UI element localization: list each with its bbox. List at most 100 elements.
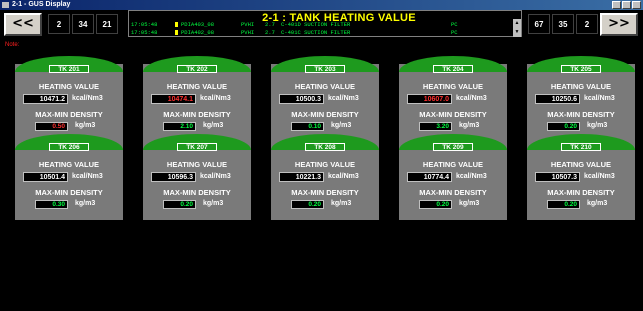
density-label: MAX-MIN DENSITY xyxy=(419,188,487,197)
heating-value-label: HEATING VALUE xyxy=(550,160,612,169)
density-value: 0.30 xyxy=(35,200,68,209)
heating-value-unit: kcal/Nm3 xyxy=(328,173,359,180)
density-unit: kg/m3 xyxy=(75,122,96,129)
tank-card[interactable]: TK 203 HEATING VALUE 10500.3 kcal/Nm3 MAX-MI… xyxy=(271,56,379,142)
heating-value-label: HEATING VALUE xyxy=(422,82,484,91)
heating-value-unit: kcal/Nm3 xyxy=(456,95,487,102)
nav-number[interactable]: 67 xyxy=(528,14,550,34)
heating-value: 10596.3 xyxy=(151,172,196,182)
heating-value: 10774.4 xyxy=(407,172,452,182)
nav-number[interactable]: 35 xyxy=(552,14,574,34)
density-unit: kg/m3 xyxy=(203,200,224,207)
density-label: MAX-MIN DENSITY xyxy=(35,110,103,119)
tank-name: TK 208 xyxy=(305,143,345,151)
density-value: 0.20 xyxy=(419,200,452,209)
scroll-up-icon[interactable]: ▲ xyxy=(513,19,521,28)
heating-value-unit: kcal/Nm3 xyxy=(328,95,359,102)
heating-value-unit: kcal/Nm3 xyxy=(72,95,103,102)
heating-value-unit: kcal/Nm3 xyxy=(584,95,615,102)
scroll-down-icon[interactable]: ▼ xyxy=(513,28,521,37)
density-value: 0.10 xyxy=(291,122,324,131)
tank-name: TK 203 xyxy=(305,65,345,73)
previous-page-button[interactable]: << xyxy=(4,13,42,36)
tank-card[interactable]: TK 202 HEATING VALUE 10474.1 kcal/Nm3 MAX-MI… xyxy=(143,56,251,142)
density-label: MAX-MIN DENSITY xyxy=(291,110,359,119)
density-label: MAX-MIN DENSITY xyxy=(35,188,103,197)
nav-number[interactable]: 34 xyxy=(72,14,94,34)
tank-card[interactable]: TK 210 HEATING VALUE 10507.3 kcal/Nm3 MAX-MI… xyxy=(527,134,635,220)
tank-card[interactable]: TK 204 HEATING VALUE 10607.0 kcal/Nm3 MAX-MI… xyxy=(399,56,507,142)
tank-card[interactable]: TK 205 HEATING VALUE 10250.6 kcal/Nm3 MAX-MI… xyxy=(527,56,635,142)
density-value: 0.20 xyxy=(291,200,324,209)
density-value: 3.20 xyxy=(419,122,452,131)
heating-value-unit: kcal/Nm3 xyxy=(200,173,231,180)
density-unit: kg/m3 xyxy=(459,200,480,207)
nav-number[interactable]: 2 xyxy=(576,14,598,34)
next-page-button[interactable]: >> xyxy=(600,13,638,36)
tank-card[interactable]: TK 201 HEATING VALUE 10471.2 kcal/Nm3 MAX-MI… xyxy=(15,56,123,142)
heating-value: 10507.3 xyxy=(535,172,580,182)
heating-value-label: HEATING VALUE xyxy=(422,160,484,169)
app-icon xyxy=(2,2,9,8)
acknowledge-marker xyxy=(175,30,178,35)
note-label: Note: xyxy=(5,42,20,48)
density-unit: kg/m3 xyxy=(203,122,224,129)
heating-value: 10250.6 xyxy=(535,94,580,104)
heating-value: 10474.1 xyxy=(151,94,196,104)
minimize-button[interactable] xyxy=(612,1,621,9)
tank-name: TK 202 xyxy=(177,65,217,73)
density-unit: kg/m3 xyxy=(331,122,352,129)
tank-card[interactable]: TK 209 HEATING VALUE 10774.4 kcal/Nm3 MAX-MI… xyxy=(399,134,507,220)
density-label: MAX-MIN DENSITY xyxy=(547,110,615,119)
density-unit: kg/m3 xyxy=(331,200,352,207)
acknowledge-marker xyxy=(175,22,178,27)
density-label: MAX-MIN DENSITY xyxy=(419,110,487,119)
heating-value-label: HEATING VALUE xyxy=(166,160,228,169)
density-value: 0.20 xyxy=(163,200,196,209)
tank-card[interactable]: TK 208 HEATING VALUE 10221.3 kcal/Nm3 MAX-MI… xyxy=(271,134,379,220)
tank-name: TK 206 xyxy=(49,143,89,151)
density-value: 0.20 xyxy=(547,200,580,209)
tank-name: TK 205 xyxy=(561,65,601,73)
density-label: MAX-MIN DENSITY xyxy=(547,188,615,197)
tank-card[interactable]: TK 207 HEATING VALUE 10596.3 kcal/Nm3 MAX-MI… xyxy=(143,134,251,220)
heating-value-unit: kcal/Nm3 xyxy=(584,173,615,180)
heating-value-label: HEATING VALUE xyxy=(38,160,100,169)
density-label: MAX-MIN DENSITY xyxy=(291,188,359,197)
tank-name: TK 201 xyxy=(49,65,89,73)
heating-value-unit: kcal/Nm3 xyxy=(72,173,103,180)
density-value: 0.20 xyxy=(547,122,580,131)
nav-number[interactable]: 2 xyxy=(48,14,70,34)
tank-card[interactable]: TK 206 HEATING VALUE 10501.4 kcal/Nm3 MAX-MI… xyxy=(15,134,123,220)
heating-value: 10471.2 xyxy=(23,94,68,104)
density-unit: kg/m3 xyxy=(75,200,96,207)
heating-value-unit: kcal/Nm3 xyxy=(456,173,487,180)
heating-value-unit: kcal/Nm3 xyxy=(200,95,231,102)
window-title: 2-1 - GUS Display xyxy=(12,1,71,8)
alarm-scrollbar[interactable]: ▲ ▼ xyxy=(513,19,521,37)
heating-value: 10607.0 xyxy=(407,94,452,104)
tank-name: TK 209 xyxy=(433,143,473,151)
maximize-button[interactable] xyxy=(622,1,631,9)
title-bar: 2-1 - GUS Display xyxy=(0,0,643,10)
heating-value-label: HEATING VALUE xyxy=(38,82,100,91)
nav-number[interactable]: 21 xyxy=(96,14,118,34)
heating-value-label: HEATING VALUE xyxy=(294,82,356,91)
close-button[interactable] xyxy=(632,1,641,9)
heating-value: 10500.3 xyxy=(279,94,324,104)
heating-value-label: HEATING VALUE xyxy=(294,160,356,169)
density-value: 0.50 xyxy=(35,122,68,131)
tank-name: TK 204 xyxy=(433,65,473,73)
density-unit: kg/m3 xyxy=(587,122,608,129)
density-label: MAX-MIN DENSITY xyxy=(163,110,231,119)
tank-name: TK 210 xyxy=(561,143,601,151)
density-value: 2.10 xyxy=(163,122,196,131)
alarm-row[interactable]: 17:05:48 PDIA402_08 PVHI 2.7 C-401C SUCT… xyxy=(131,29,511,36)
heating-value-label: HEATING VALUE xyxy=(550,82,612,91)
heating-value: 10221.3 xyxy=(279,172,324,182)
tank-name: TK 207 xyxy=(177,143,217,151)
heating-value-label: HEATING VALUE xyxy=(166,82,228,91)
density-label: MAX-MIN DENSITY xyxy=(163,188,231,197)
heating-value: 10501.4 xyxy=(23,172,68,182)
alarm-row[interactable]: 17:05:48 PDIA403_08 PVHI 2.7 C-401D SUCT… xyxy=(131,21,511,28)
